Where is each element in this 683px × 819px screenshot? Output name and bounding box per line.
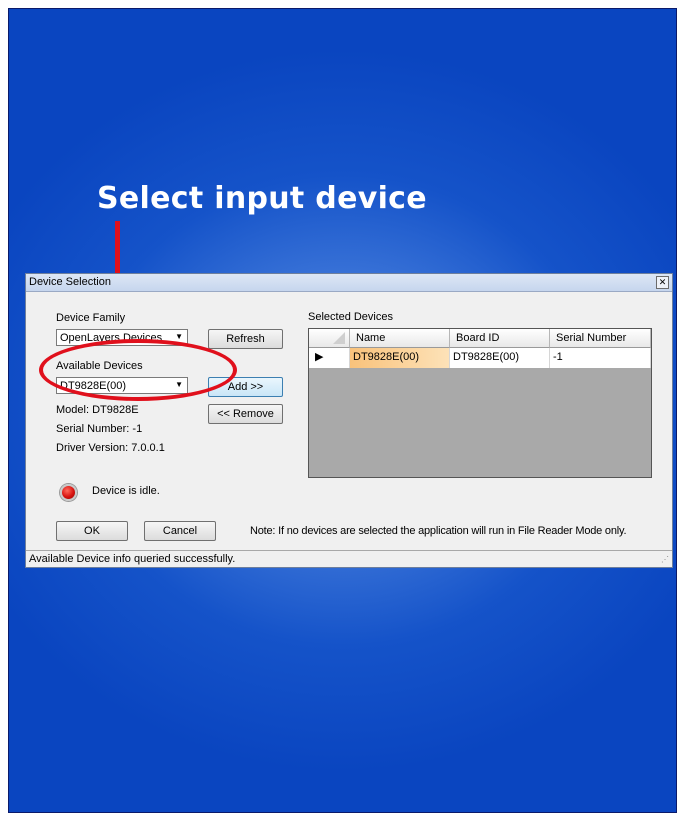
dialog-titlebar: Device Selection ✕	[26, 274, 672, 292]
slide-background: Select input device Device Selection ✕ D…	[8, 8, 677, 813]
status-bar-text: Available Device info queried successful…	[29, 553, 236, 565]
cell-serial-number[interactable]: -1	[550, 348, 651, 368]
select-all-corner-icon	[333, 332, 345, 344]
device-family-value: OpenLayers Devices	[60, 332, 163, 344]
remove-button[interactable]: << Remove	[208, 404, 283, 424]
dialog-title: Device Selection	[29, 276, 111, 288]
cancel-button[interactable]: Cancel	[144, 521, 216, 541]
add-button[interactable]: Add >>	[208, 377, 283, 397]
device-family-select[interactable]: OpenLayers Devices ▼	[56, 329, 188, 346]
available-devices-select[interactable]: DT9828E(00) ▼	[56, 377, 188, 394]
driver-version-info: Driver Version: 7.0.0.1	[56, 442, 165, 454]
chevron-down-icon: ▼	[175, 380, 183, 389]
model-info: Model: DT9828E	[56, 404, 139, 416]
file-reader-note: Note: If no devices are selected the app…	[250, 525, 627, 537]
selected-devices-label: Selected Devices	[308, 311, 393, 323]
status-led-icon	[60, 484, 77, 501]
device-status-text: Device is idle.	[92, 485, 160, 497]
column-header-name[interactable]: Name	[350, 329, 450, 348]
available-devices-value: DT9828E(00)	[60, 380, 127, 392]
row-indicator[interactable]: ▶	[309, 348, 350, 368]
device-selection-dialog: Device Selection ✕ Device Family OpenLay…	[25, 273, 673, 568]
refresh-button[interactable]: Refresh	[208, 329, 283, 349]
chevron-down-icon: ▼	[175, 332, 183, 341]
column-header-serial-number[interactable]: Serial Number	[550, 329, 651, 348]
slide-title: Select input device	[97, 181, 427, 216]
available-devices-label: Available Devices	[56, 360, 143, 372]
status-bar: Available Device info queried successful…	[26, 550, 672, 567]
current-row-arrow-icon: ▶	[315, 351, 324, 363]
close-icon[interactable]: ✕	[656, 276, 669, 289]
selected-devices-grid[interactable]: Name Board ID Serial Number ▶ DT9828E(00…	[308, 328, 652, 478]
grid-corner-header[interactable]	[309, 329, 350, 348]
column-header-board-id[interactable]: Board ID	[450, 329, 550, 348]
cell-board-id[interactable]: DT9828E(00)	[450, 348, 550, 368]
cell-name[interactable]: DT9828E(00)	[350, 348, 450, 368]
resize-grip-icon[interactable]: ⋰	[661, 555, 669, 564]
ok-button[interactable]: OK	[56, 521, 128, 541]
device-family-label: Device Family	[56, 312, 126, 324]
serial-number-info: Serial Number: -1	[56, 423, 143, 435]
